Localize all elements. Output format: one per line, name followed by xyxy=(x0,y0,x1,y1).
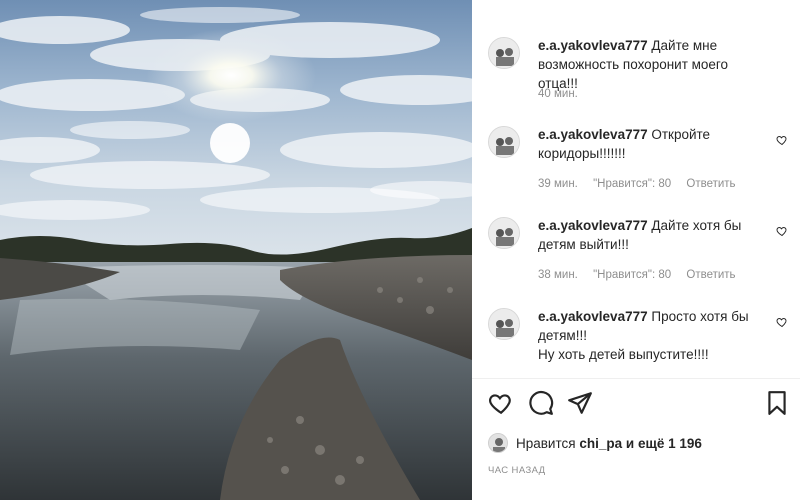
share-icon[interactable] xyxy=(567,390,593,416)
reply-button[interactable]: Ответить xyxy=(686,269,735,281)
comment-username[interactable]: e.a.yakovleva777 xyxy=(538,38,648,53)
comment-username[interactable]: e.a.yakovleva777 xyxy=(538,127,648,142)
avatar[interactable] xyxy=(488,37,520,69)
post-photo[interactable] xyxy=(0,0,472,500)
avatar[interactable] xyxy=(488,433,508,453)
likes-prefix: Нравится xyxy=(516,435,576,451)
likes-count[interactable]: и ещё 1 196 xyxy=(626,436,702,451)
comment-like-heart-icon[interactable] xyxy=(776,134,788,146)
avatar[interactable] xyxy=(488,126,520,158)
river-landscape-image xyxy=(0,0,472,500)
divider xyxy=(472,378,800,379)
comment-text: e.a.yakovleva777 Просто хотя бы детям!!!… xyxy=(538,307,768,364)
comment-time: 39 мин. xyxy=(538,178,578,190)
likes-summary[interactable]: Нравится chi_pa и ещё 1 196 xyxy=(488,432,702,454)
comment-meta: 39 мин. "Нравится": 80 Ответить xyxy=(538,178,748,190)
avatar[interactable] xyxy=(488,308,520,340)
reply-button[interactable]: Ответить xyxy=(686,178,735,190)
post-actions-bar xyxy=(472,390,800,420)
comment-likes-count[interactable]: "Нравится": 80 xyxy=(593,178,671,190)
liked-by-username[interactable]: chi_pa xyxy=(579,436,622,451)
comment-like-heart-icon[interactable] xyxy=(776,225,788,237)
comment-username[interactable]: e.a.yakovleva777 xyxy=(538,218,648,233)
post-sidebar: e.a.yakovleva777 Дайте мне возможность п… xyxy=(472,0,800,500)
heart-icon[interactable] xyxy=(488,390,514,416)
comment-text: e.a.yakovleva777 Дайте мне возможность п… xyxy=(538,36,768,93)
avatar[interactable] xyxy=(488,217,520,249)
comment-time: 40 мин. xyxy=(538,88,578,100)
comment-time: 38 мин. xyxy=(538,269,578,281)
comment-username[interactable]: e.a.yakovleva777 xyxy=(538,309,648,324)
comment-likes-count[interactable]: "Нравится": 80 xyxy=(593,269,671,281)
post-timestamp: ЧАС НАЗАД xyxy=(488,465,546,476)
comment-text: e.a.yakovleva777 Откройте коридоры!!!!!!… xyxy=(538,125,768,163)
comment-meta: 38 мин. "Нравится": 80 Ответить xyxy=(538,269,748,281)
comment-icon[interactable] xyxy=(528,390,554,416)
comment-text: e.a.yakovleva777 Дайте хотя бы детям вый… xyxy=(538,216,768,254)
bookmark-icon[interactable] xyxy=(764,390,790,416)
comment-meta: 40 мин. xyxy=(538,88,590,100)
comments-list[interactable]: e.a.yakovleva777 Дайте мне возможность п… xyxy=(472,0,800,378)
comment-like-heart-icon[interactable] xyxy=(776,316,788,328)
